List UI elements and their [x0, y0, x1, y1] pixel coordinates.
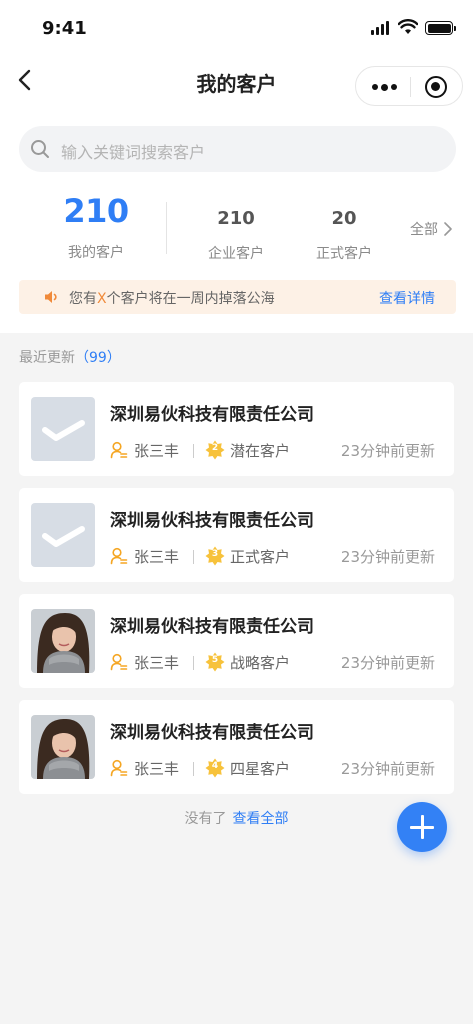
notice-prefix: 您有	[69, 291, 97, 307]
meta-divider	[193, 762, 194, 776]
wifi-icon	[398, 19, 418, 34]
user-icon	[110, 759, 128, 777]
section-title: 最近更新（99）	[19, 347, 121, 367]
badge-number: 4	[211, 761, 219, 771]
update-time: 23分钟前更新	[340, 760, 435, 778]
stat-my-customers[interactable]: 210 我的客户	[56, 192, 136, 262]
user-icon	[110, 441, 128, 459]
battery-icon	[425, 21, 456, 35]
view-all-link[interactable]: 查看全部	[233, 811, 289, 827]
user-icon	[110, 547, 128, 565]
company-logo-placeholder	[31, 397, 95, 461]
update-time: 23分钟前更新	[340, 654, 435, 672]
customer-avatar-photo	[31, 609, 95, 673]
badge-number: 3	[211, 549, 219, 559]
notice-banner: 您有X个客户将在一周内掉落公海 查看详情	[19, 280, 456, 314]
notice-suffix: 个客户将在一周内掉落公海	[106, 291, 275, 307]
company-name: 深圳易伙科技有限责任公司	[110, 511, 314, 531]
more-icon[interactable]	[372, 83, 397, 91]
customer-card[interactable]: 深圳易伙科技有限责任公司 张三丰 2 潜在客户 23分钟前更新	[19, 382, 454, 476]
customer-level: 正式客户	[230, 548, 291, 566]
status-time: 9:41	[42, 18, 87, 39]
capsule-divider	[410, 77, 411, 97]
meta-divider	[193, 444, 194, 458]
customer-level: 战略客户	[230, 654, 291, 672]
person-photo-icon	[31, 715, 95, 779]
badge-number: 2	[211, 443, 219, 453]
miniprogram-capsule	[355, 66, 463, 106]
add-customer-button[interactable]	[397, 802, 447, 852]
view-all-stats-link[interactable]: 全部	[410, 219, 452, 239]
signal-icon	[371, 21, 389, 35]
customer-level: 潜在客户	[230, 442, 291, 460]
enterprise-count: 210	[217, 208, 255, 229]
formal-count: 20	[331, 208, 357, 229]
owner-name: 张三丰	[134, 760, 180, 778]
notice-message: 您有X个客户将在一周内掉落公海	[69, 288, 275, 308]
owner-name: 张三丰	[134, 654, 180, 672]
formal-label: 正式客户	[316, 246, 372, 262]
company-name: 深圳易伙科技有限责任公司	[110, 617, 314, 637]
navigation-bar: 我的客户	[0, 58, 473, 106]
customer-card[interactable]: 深圳易伙科技有限责任公司 张三丰 3 正式客户 23分钟前更新	[19, 488, 454, 582]
footer-text: 没有了	[184, 811, 227, 827]
customer-card[interactable]: 深圳易伙科技有限责任公司 张三丰 5 战略客户 23分钟前更新	[19, 594, 454, 688]
search-placeholder: 输入关键词搜索客户	[61, 143, 206, 162]
company-name: 深圳易伙科技有限责任公司	[110, 405, 314, 425]
my-customers-label: 我的客户	[68, 245, 124, 261]
meta-divider	[193, 656, 194, 670]
company-logo-placeholder	[31, 503, 95, 567]
level-badge-icon: 5	[205, 652, 225, 672]
notice-highlight: X	[97, 291, 107, 307]
check-logo-icon	[42, 420, 85, 441]
person-photo-icon	[31, 609, 95, 673]
update-time: 23分钟前更新	[340, 442, 435, 460]
chevron-right-icon	[444, 222, 452, 236]
stat-formal-customers[interactable]: 20 正式客户	[304, 208, 384, 263]
all-label: 全部	[410, 222, 438, 238]
badge-number: 5	[211, 655, 219, 665]
check-logo-icon	[42, 526, 85, 547]
level-badge-icon: 4	[205, 758, 225, 778]
status-bar: 9:41	[0, 0, 473, 56]
meta-divider	[193, 550, 194, 564]
owner-name: 张三丰	[134, 548, 180, 566]
search-icon	[31, 140, 49, 158]
stats-divider	[166, 202, 167, 254]
speaker-icon	[45, 291, 57, 303]
customer-stats: 210 我的客户 210 企业客户 20 正式客户 全部	[0, 190, 473, 270]
company-name: 深圳易伙科技有限责任公司	[110, 723, 314, 743]
level-badge-icon: 3	[205, 546, 225, 566]
close-target-icon[interactable]	[425, 76, 447, 98]
my-customers-count: 210	[63, 192, 129, 230]
section-title-text: 最近更新	[19, 350, 75, 366]
enterprise-label: 企业客户	[208, 246, 264, 262]
search-input[interactable]: 输入关键词搜索客户	[19, 126, 456, 172]
stat-enterprise-customers[interactable]: 210 企业客户	[196, 208, 276, 263]
notice-detail-link[interactable]: 查看详情	[379, 288, 435, 308]
customer-level: 四星客户	[230, 760, 291, 778]
update-time: 23分钟前更新	[340, 548, 435, 566]
user-icon	[110, 653, 128, 671]
customer-avatar-photo	[31, 715, 95, 779]
level-badge-icon: 2	[205, 440, 225, 460]
customer-card[interactable]: 深圳易伙科技有限责任公司 张三丰 4 四星客户 23分钟前更新	[19, 700, 454, 794]
section-count: （99）	[75, 350, 121, 366]
owner-name: 张三丰	[134, 442, 180, 460]
